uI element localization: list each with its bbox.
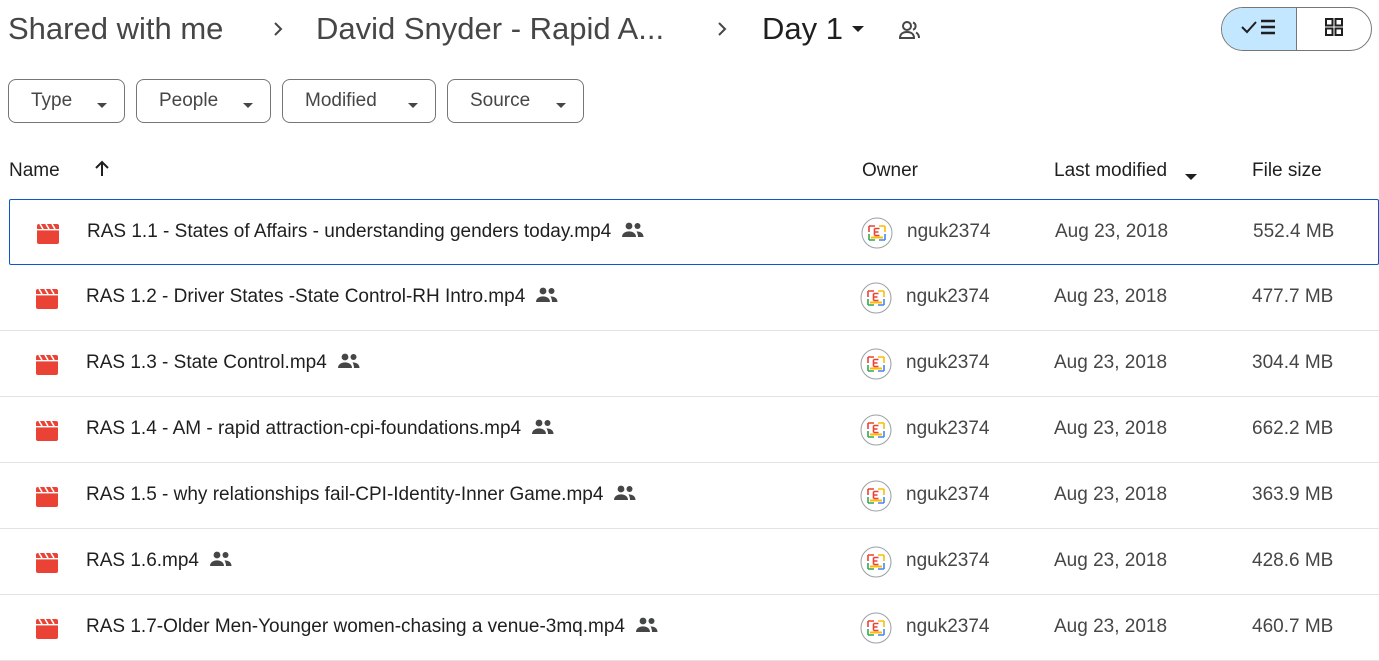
avatar (860, 480, 892, 512)
filter-people-chip[interactable]: People (136, 79, 271, 123)
table-row[interactable]: RAS 1.2 - Driver States -State Control-R… (0, 265, 1379, 331)
video-file-icon (36, 420, 58, 441)
file-name: RAS 1.5 - why relationships fail-CPI-Ide… (86, 484, 637, 506)
video-file-icon (36, 552, 58, 573)
caret-down-icon[interactable] (1184, 166, 1198, 180)
file-name: RAS 1.6.mp4 (86, 550, 233, 572)
caret-down-icon (96, 96, 108, 108)
people-icon[interactable] (897, 18, 923, 42)
header: Shared with me David Snyder - Rapid A...… (0, 0, 1379, 62)
file-name: RAS 1.3 - State Control.mp4 (86, 352, 361, 374)
filter-label: Source (470, 90, 531, 111)
filter-label: People (159, 90, 219, 111)
file-size: 304.4 MB (1252, 352, 1334, 373)
list-view-button[interactable] (1222, 8, 1297, 50)
last-modified: Aug 23, 2018 (1054, 616, 1168, 637)
table-row[interactable]: RAS 1.4 - AM - rapid attraction-cpi-foun… (0, 397, 1379, 463)
filter-label: Type (31, 90, 73, 111)
people-icon (621, 221, 645, 239)
column-file-size-header[interactable]: File size (1252, 160, 1322, 182)
owner-name: nguk2374 (906, 616, 990, 637)
people-icon (337, 352, 361, 370)
filter-type-chip[interactable]: Type (8, 79, 125, 123)
avatar (861, 217, 893, 249)
last-modified: Aug 23, 2018 (1054, 550, 1168, 571)
owner-name: nguk2374 (906, 550, 990, 571)
people-icon (531, 418, 555, 436)
arrow-up-icon[interactable] (92, 159, 112, 179)
caret-down-icon[interactable] (850, 21, 866, 37)
table-row[interactable]: RAS 1.1 - States of Affairs - understand… (9, 199, 1379, 265)
filter-source-chip[interactable]: Source (447, 79, 584, 123)
grid-view-icon (1323, 16, 1345, 43)
avatar (860, 546, 892, 578)
caret-down-icon (555, 96, 567, 108)
table-row[interactable]: RAS 1.3 - State Control.mp4 nguk2374 Aug… (0, 331, 1379, 397)
breadcrumb-root[interactable]: Shared with me (8, 10, 223, 48)
file-size: 428.6 MB (1252, 550, 1334, 571)
last-modified: Aug 23, 2018 (1054, 286, 1168, 307)
avatar (860, 414, 892, 446)
owner-name: nguk2374 (906, 352, 990, 373)
file-name: RAS 1.2 - Driver States -State Control-R… (86, 286, 559, 308)
filter-label: Modified (305, 90, 377, 111)
file-size: 662.2 MB (1252, 418, 1334, 439)
last-modified: Aug 23, 2018 (1054, 484, 1168, 505)
table-header: Name Owner Last modified File size (0, 148, 1379, 198)
column-last-modified-header[interactable]: Last modified (1054, 160, 1167, 182)
column-owner-header[interactable]: Owner (862, 160, 918, 182)
file-size: 363.9 MB (1252, 484, 1334, 505)
people-icon (613, 484, 637, 502)
owner-name: nguk2374 (906, 286, 990, 307)
last-modified: Aug 23, 2018 (1055, 221, 1169, 242)
caret-down-icon (407, 96, 419, 108)
chevron-right-icon (710, 17, 734, 41)
owner-name: nguk2374 (907, 221, 991, 242)
column-name-header[interactable]: Name (9, 160, 60, 182)
filter-modified-chip[interactable]: Modified (282, 79, 436, 123)
chevron-right-icon (266, 17, 290, 41)
last-modified: Aug 23, 2018 (1054, 418, 1168, 439)
breadcrumb-current[interactable]: Day 1 (762, 10, 843, 48)
view-toggle (1221, 7, 1372, 51)
last-modified: Aug 23, 2018 (1054, 352, 1168, 373)
table-row[interactable]: RAS 1.6.mp4 nguk2374 Aug 23, 2018 428.6 … (0, 529, 1379, 595)
avatar (860, 282, 892, 314)
video-file-icon (36, 288, 58, 309)
table-row[interactable]: RAS 1.7-Older Men-Younger women-chasing … (0, 595, 1379, 661)
list-view-icon (1239, 16, 1279, 43)
file-name: RAS 1.1 - States of Affairs - understand… (87, 221, 645, 243)
file-name: RAS 1.7-Older Men-Younger women-chasing … (86, 616, 659, 638)
owner-name: nguk2374 (906, 484, 990, 505)
breadcrumb-parent[interactable]: David Snyder - Rapid A... (316, 10, 664, 48)
file-name: RAS 1.4 - AM - rapid attraction-cpi-foun… (86, 418, 555, 440)
avatar (860, 348, 892, 380)
caret-down-icon (242, 96, 254, 108)
file-size: 477.7 MB (1252, 286, 1334, 307)
video-file-icon (36, 486, 58, 507)
avatar (860, 612, 892, 644)
video-file-icon (36, 354, 58, 375)
file-size: 460.7 MB (1252, 616, 1334, 637)
grid-view-button[interactable] (1297, 8, 1372, 50)
table-row[interactable]: RAS 1.5 - why relationships fail-CPI-Ide… (0, 463, 1379, 529)
video-file-icon (36, 618, 58, 639)
file-size: 552.4 MB (1253, 221, 1335, 242)
video-file-icon (37, 223, 59, 244)
people-icon (535, 286, 559, 304)
people-icon (209, 550, 233, 568)
people-icon (635, 616, 659, 634)
owner-name: nguk2374 (906, 418, 990, 439)
